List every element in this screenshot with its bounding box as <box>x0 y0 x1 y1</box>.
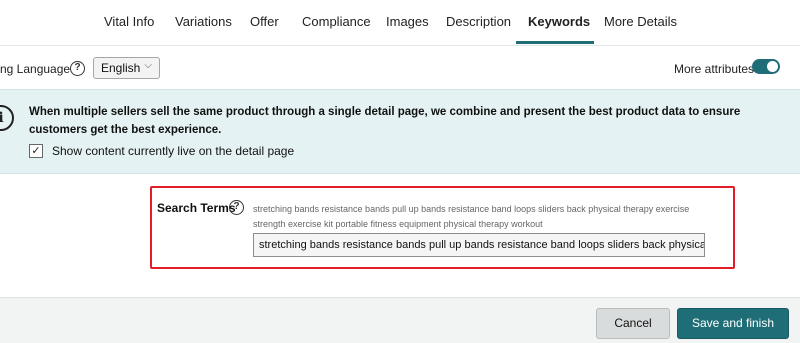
cancel-button[interactable]: Cancel <box>596 308 670 339</box>
info-banner: i When multiple sellers sell the same pr… <box>0 89 800 174</box>
search-terms-label: Search Terms <box>157 201 236 215</box>
tab-images[interactable]: Images <box>386 14 429 29</box>
tab-variations[interactable]: Variations <box>175 14 232 29</box>
info-icon: i <box>0 105 14 131</box>
language-label: ng Language <box>0 62 71 76</box>
save-and-finish-button[interactable]: Save and finish <box>677 308 789 339</box>
banner-message: When multiple sellers sell the same prod… <box>29 106 741 136</box>
tab-compliance[interactable]: Compliance <box>302 14 371 29</box>
tab-bar: Vital Info Variations Offer Compliance I… <box>0 0 800 46</box>
language-help-icon[interactable]: ? <box>70 61 85 76</box>
search-terms-help-icon[interactable]: ? <box>229 200 244 215</box>
search-terms-input[interactable]: stretching bands resistance bands pull u… <box>253 233 705 257</box>
toggle-knob <box>767 61 778 72</box>
tab-keywords[interactable]: Keywords <box>528 14 590 29</box>
more-attributes-toggle[interactable] <box>752 59 780 74</box>
tab-more-details[interactable]: More Details <box>604 14 677 29</box>
current-live-search-terms: stretching bands resistance bands pull u… <box>253 204 690 229</box>
language-select-value: English <box>101 61 141 75</box>
tab-offer[interactable]: Offer <box>250 14 279 29</box>
active-tab-indicator <box>516 41 594 44</box>
tab-description[interactable]: Description <box>446 14 511 29</box>
language-row: ng Language ? English ⌵ More attributes <box>0 47 800 89</box>
show-live-content-label: Show content currently live on the detai… <box>52 144 295 158</box>
show-live-content-checkbox[interactable]: ✓ <box>29 144 43 158</box>
more-attributes-label: More attributes <box>674 62 755 76</box>
footer-bar: Cancel Save and finish <box>0 297 800 343</box>
tab-vital-info[interactable]: Vital Info <box>104 14 154 29</box>
language-select[interactable]: English ⌵ <box>93 57 160 79</box>
chevron-down-icon: ⌵ <box>144 60 152 71</box>
